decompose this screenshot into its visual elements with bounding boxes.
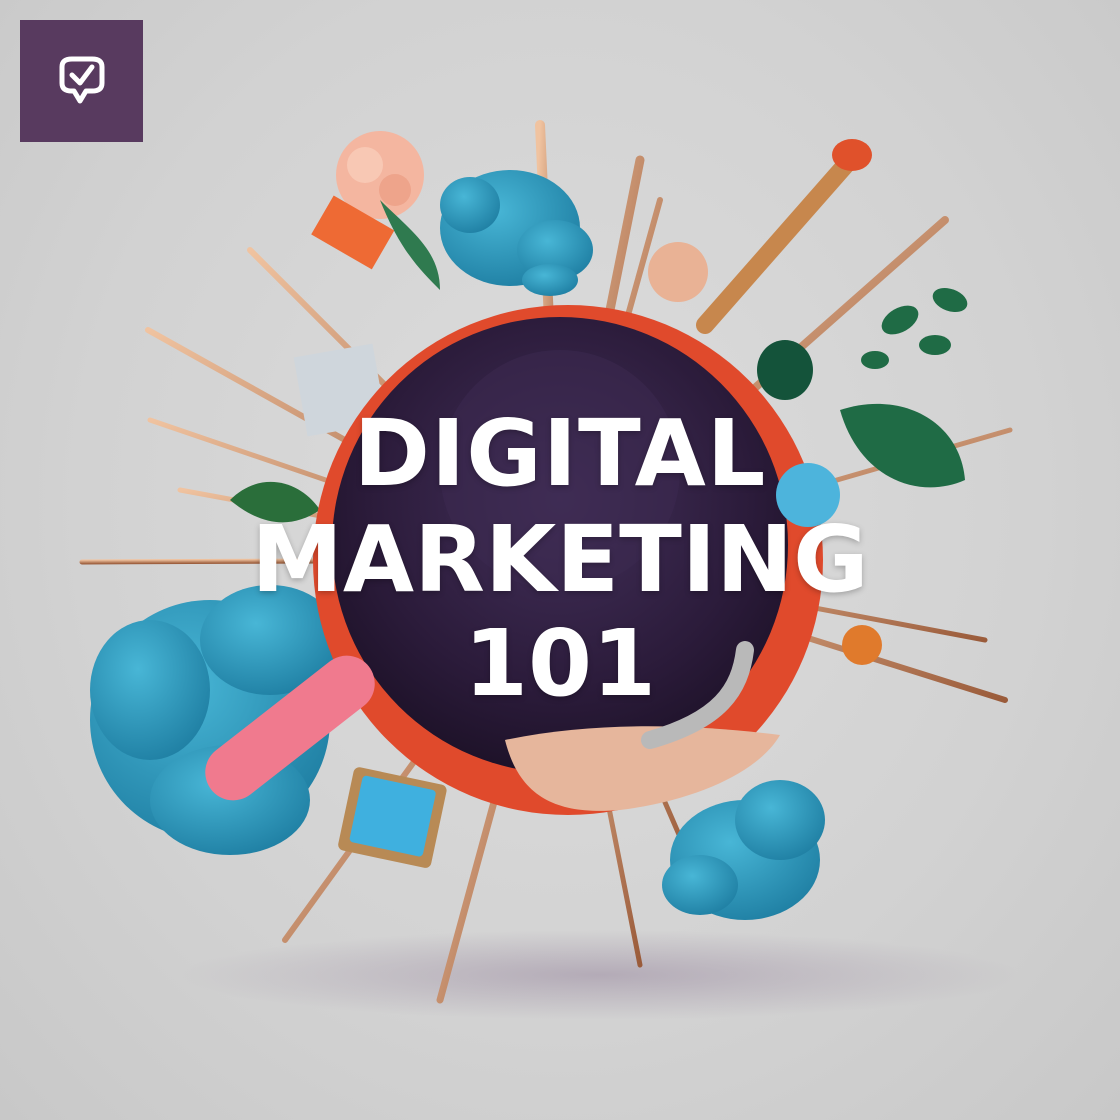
stick xyxy=(696,139,872,334)
floor-shadow xyxy=(180,930,1020,1020)
title-line-1: DIGITAL xyxy=(353,400,767,507)
title-line-2: MARKETING xyxy=(251,506,869,613)
chat-check-icon xyxy=(59,56,104,104)
blue-blob-right xyxy=(662,780,825,920)
brand-logo xyxy=(20,20,143,142)
title-line-3: 101 xyxy=(463,610,657,717)
green-bottle xyxy=(757,340,813,400)
copper-disc xyxy=(648,242,708,302)
blue-tile xyxy=(338,767,447,868)
fern-leaf xyxy=(380,200,440,290)
cover-image: DIGITAL MARKETING 101 xyxy=(0,0,1120,1120)
cover-title: DIGITAL MARKETING 101 xyxy=(160,408,960,710)
blue-blob-top xyxy=(440,170,593,296)
